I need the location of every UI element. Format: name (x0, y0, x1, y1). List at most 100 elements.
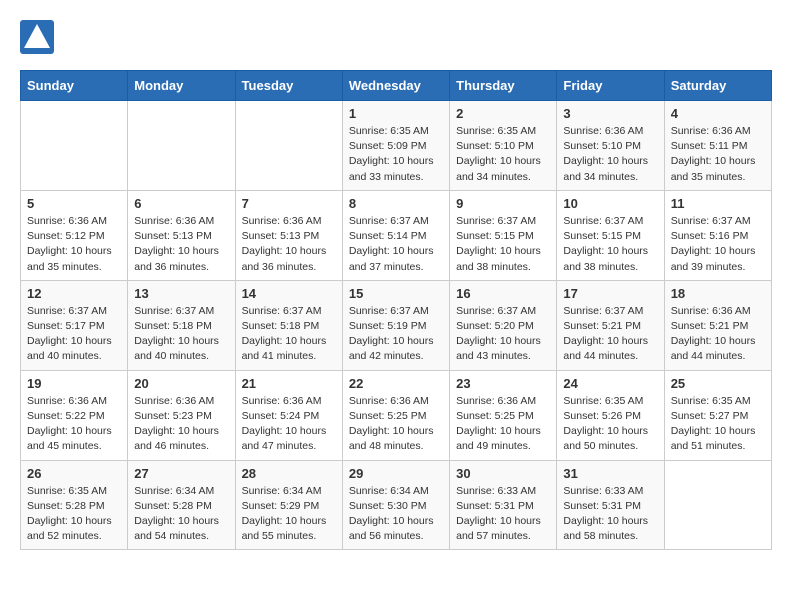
cell-details: Sunrise: 6:36 AMSunset: 5:10 PMDaylight:… (563, 124, 657, 185)
calendar-cell: 21 Sunrise: 6:36 AMSunset: 5:24 PMDayligh… (235, 370, 342, 460)
cell-details: Sunrise: 6:36 AMSunset: 5:23 PMDaylight:… (134, 394, 228, 455)
cell-details: Sunrise: 6:36 AMSunset: 5:25 PMDaylight:… (349, 394, 443, 455)
cell-details: Sunrise: 6:36 AMSunset: 5:13 PMDaylight:… (134, 214, 228, 275)
day-number: 17 (563, 286, 657, 301)
calendar-cell: 29Sunrise: 6:34 AMSunset: 5:30 PMDayligh… (342, 460, 449, 550)
day-number: 30 (456, 466, 550, 481)
calendar-cell: 30 Sunrise: 6:33 AMSunset: 5:31 PMDayligh… (450, 460, 557, 550)
calendar-cell: 5 Sunrise: 6:36 AMSunset: 5:12 PMDaylight… (21, 190, 128, 280)
header-sunday: Sunday (21, 71, 128, 101)
calendar-cell: 22 Sunrise: 6:36 AMSunset: 5:25 PMDayligh… (342, 370, 449, 460)
day-number: 6 (134, 196, 228, 211)
cell-details: Sunrise: 6:36 AMSunset: 5:21 PMDaylight:… (671, 304, 765, 365)
cell-details: Sunrise: 6:33 AMSunset: 5:31 PMDaylight:… (456, 484, 550, 545)
calendar-cell: 3 Sunrise: 6:36 AMSunset: 5:10 PMDaylight… (557, 101, 664, 191)
day-number: 5 (27, 196, 121, 211)
cell-details: Sunrise: 6:36 AMSunset: 5:11 PMDaylight:… (671, 124, 765, 185)
cell-details: Sunrise: 6:34 AMSunset: 5:29 PMDaylight:… (242, 484, 336, 545)
calendar-cell: 23 Sunrise: 6:36 AMSunset: 5:25 PMDayligh… (450, 370, 557, 460)
calendar-body: 1 Sunrise: 6:35 AMSunset: 5:09 PMDaylight… (21, 101, 772, 550)
header-saturday: Saturday (664, 71, 771, 101)
calendar-cell (21, 101, 128, 191)
day-number: 12 (27, 286, 121, 301)
header-tuesday: Tuesday (235, 71, 342, 101)
day-number: 7 (242, 196, 336, 211)
cell-details: Sunrise: 6:37 AMSunset: 5:16 PMDaylight:… (671, 214, 765, 275)
calendar-cell: 20 Sunrise: 6:36 AMSunset: 5:23 PMDayligh… (128, 370, 235, 460)
day-number: 16 (456, 286, 550, 301)
cell-details: Sunrise: 6:36 AMSunset: 5:24 PMDaylight:… (242, 394, 336, 455)
week-row-1: 5 Sunrise: 6:36 AMSunset: 5:12 PMDaylight… (21, 190, 772, 280)
day-number: 21 (242, 376, 336, 391)
cell-details: Sunrise: 6:34 AMSunset: 5:30 PMDaylight:… (349, 484, 443, 545)
header-wednesday: Wednesday (342, 71, 449, 101)
cell-details: Sunrise: 6:35 AMSunset: 5:28 PMDaylight:… (27, 484, 121, 545)
day-number: 23 (456, 376, 550, 391)
calendar-cell: 18 Sunrise: 6:36 AMSunset: 5:21 PMDayligh… (664, 280, 771, 370)
calendar-cell: 17 Sunrise: 6:37 AMSunset: 5:21 PMDayligh… (557, 280, 664, 370)
cell-details: Sunrise: 6:37 AMSunset: 5:15 PMDaylight:… (563, 214, 657, 275)
cell-details: Sunrise: 6:34 AMSunset: 5:28 PMDaylight:… (134, 484, 228, 545)
cell-details: Sunrise: 6:37 AMSunset: 5:19 PMDaylight:… (349, 304, 443, 365)
calendar-cell: 19Sunrise: 6:36 AMSunset: 5:22 PMDayligh… (21, 370, 128, 460)
day-number: 9 (456, 196, 550, 211)
week-row-2: 12 Sunrise: 6:37 AMSunset: 5:17 PMDayligh… (21, 280, 772, 370)
cell-details: Sunrise: 6:33 AMSunset: 5:31 PMDaylight:… (563, 484, 657, 545)
cell-details: Sunrise: 6:35 AMSunset: 5:26 PMDaylight:… (563, 394, 657, 455)
day-number: 28 (242, 466, 336, 481)
logo-icon (20, 20, 54, 54)
day-number: 13 (134, 286, 228, 301)
day-number: 31 (563, 466, 657, 481)
day-number: 15 (349, 286, 443, 301)
calendar-cell: 11Sunrise: 6:37 AMSunset: 5:16 PMDayligh… (664, 190, 771, 280)
calendar-cell: 6 Sunrise: 6:36 AMSunset: 5:13 PMDaylight… (128, 190, 235, 280)
calendar-cell: 1 Sunrise: 6:35 AMSunset: 5:09 PMDaylight… (342, 101, 449, 191)
calendar-cell: 14Sunrise: 6:37 AMSunset: 5:18 PMDayligh… (235, 280, 342, 370)
week-row-3: 19Sunrise: 6:36 AMSunset: 5:22 PMDayligh… (21, 370, 772, 460)
calendar-cell (235, 101, 342, 191)
cell-details: Sunrise: 6:37 AMSunset: 5:14 PMDaylight:… (349, 214, 443, 275)
day-number: 20 (134, 376, 228, 391)
calendar-cell: 24Sunrise: 6:35 AMSunset: 5:26 PMDayligh… (557, 370, 664, 460)
calendar-cell: 9 Sunrise: 6:37 AMSunset: 5:15 PMDaylight… (450, 190, 557, 280)
cell-details: Sunrise: 6:35 AMSunset: 5:09 PMDaylight:… (349, 124, 443, 185)
day-number: 25 (671, 376, 765, 391)
calendar-cell: 2 Sunrise: 6:35 AMSunset: 5:10 PMDaylight… (450, 101, 557, 191)
calendar-cell: 7 Sunrise: 6:36 AMSunset: 5:13 PMDaylight… (235, 190, 342, 280)
day-number: 3 (563, 106, 657, 121)
header-friday: Friday (557, 71, 664, 101)
calendar-cell: 12 Sunrise: 6:37 AMSunset: 5:17 PMDayligh… (21, 280, 128, 370)
calendar-cell: 26Sunrise: 6:35 AMSunset: 5:28 PMDayligh… (21, 460, 128, 550)
cell-details: Sunrise: 6:37 AMSunset: 5:20 PMDaylight:… (456, 304, 550, 365)
cell-details: Sunrise: 6:37 AMSunset: 5:21 PMDaylight:… (563, 304, 657, 365)
cell-details: Sunrise: 6:37 AMSunset: 5:15 PMDaylight:… (456, 214, 550, 275)
calendar-cell: 10Sunrise: 6:37 AMSunset: 5:15 PMDayligh… (557, 190, 664, 280)
calendar-cell: 15 Sunrise: 6:37 AMSunset: 5:19 PMDayligh… (342, 280, 449, 370)
page-header (20, 20, 772, 54)
cell-details: Sunrise: 6:36 AMSunset: 5:25 PMDaylight:… (456, 394, 550, 455)
header-monday: Monday (128, 71, 235, 101)
cell-details: Sunrise: 6:36 AMSunset: 5:22 PMDaylight:… (27, 394, 121, 455)
header-thursday: Thursday (450, 71, 557, 101)
week-row-4: 26Sunrise: 6:35 AMSunset: 5:28 PMDayligh… (21, 460, 772, 550)
calendar-table: SundayMondayTuesdayWednesdayThursdayFrid… (20, 70, 772, 550)
cell-details: Sunrise: 6:35 AMSunset: 5:10 PMDaylight:… (456, 124, 550, 185)
cell-details: Sunrise: 6:37 AMSunset: 5:18 PMDaylight:… (242, 304, 336, 365)
cell-details: Sunrise: 6:36 AMSunset: 5:13 PMDaylight:… (242, 214, 336, 275)
day-number: 4 (671, 106, 765, 121)
day-number: 22 (349, 376, 443, 391)
week-row-0: 1 Sunrise: 6:35 AMSunset: 5:09 PMDaylight… (21, 101, 772, 191)
day-number: 1 (349, 106, 443, 121)
calendar-cell: 4 Sunrise: 6:36 AMSunset: 5:11 PMDaylight… (664, 101, 771, 191)
cell-details: Sunrise: 6:37 AMSunset: 5:18 PMDaylight:… (134, 304, 228, 365)
day-number: 2 (456, 106, 550, 121)
calendar-header-row: SundayMondayTuesdayWednesdayThursdayFrid… (21, 71, 772, 101)
calendar-cell: 13 Sunrise: 6:37 AMSunset: 5:18 PMDayligh… (128, 280, 235, 370)
cell-details: Sunrise: 6:36 AMSunset: 5:12 PMDaylight:… (27, 214, 121, 275)
calendar-cell: 28 Sunrise: 6:34 AMSunset: 5:29 PMDayligh… (235, 460, 342, 550)
day-number: 18 (671, 286, 765, 301)
day-number: 27 (134, 466, 228, 481)
calendar-cell (128, 101, 235, 191)
cell-details: Sunrise: 6:35 AMSunset: 5:27 PMDaylight:… (671, 394, 765, 455)
cell-details: Sunrise: 6:37 AMSunset: 5:17 PMDaylight:… (27, 304, 121, 365)
